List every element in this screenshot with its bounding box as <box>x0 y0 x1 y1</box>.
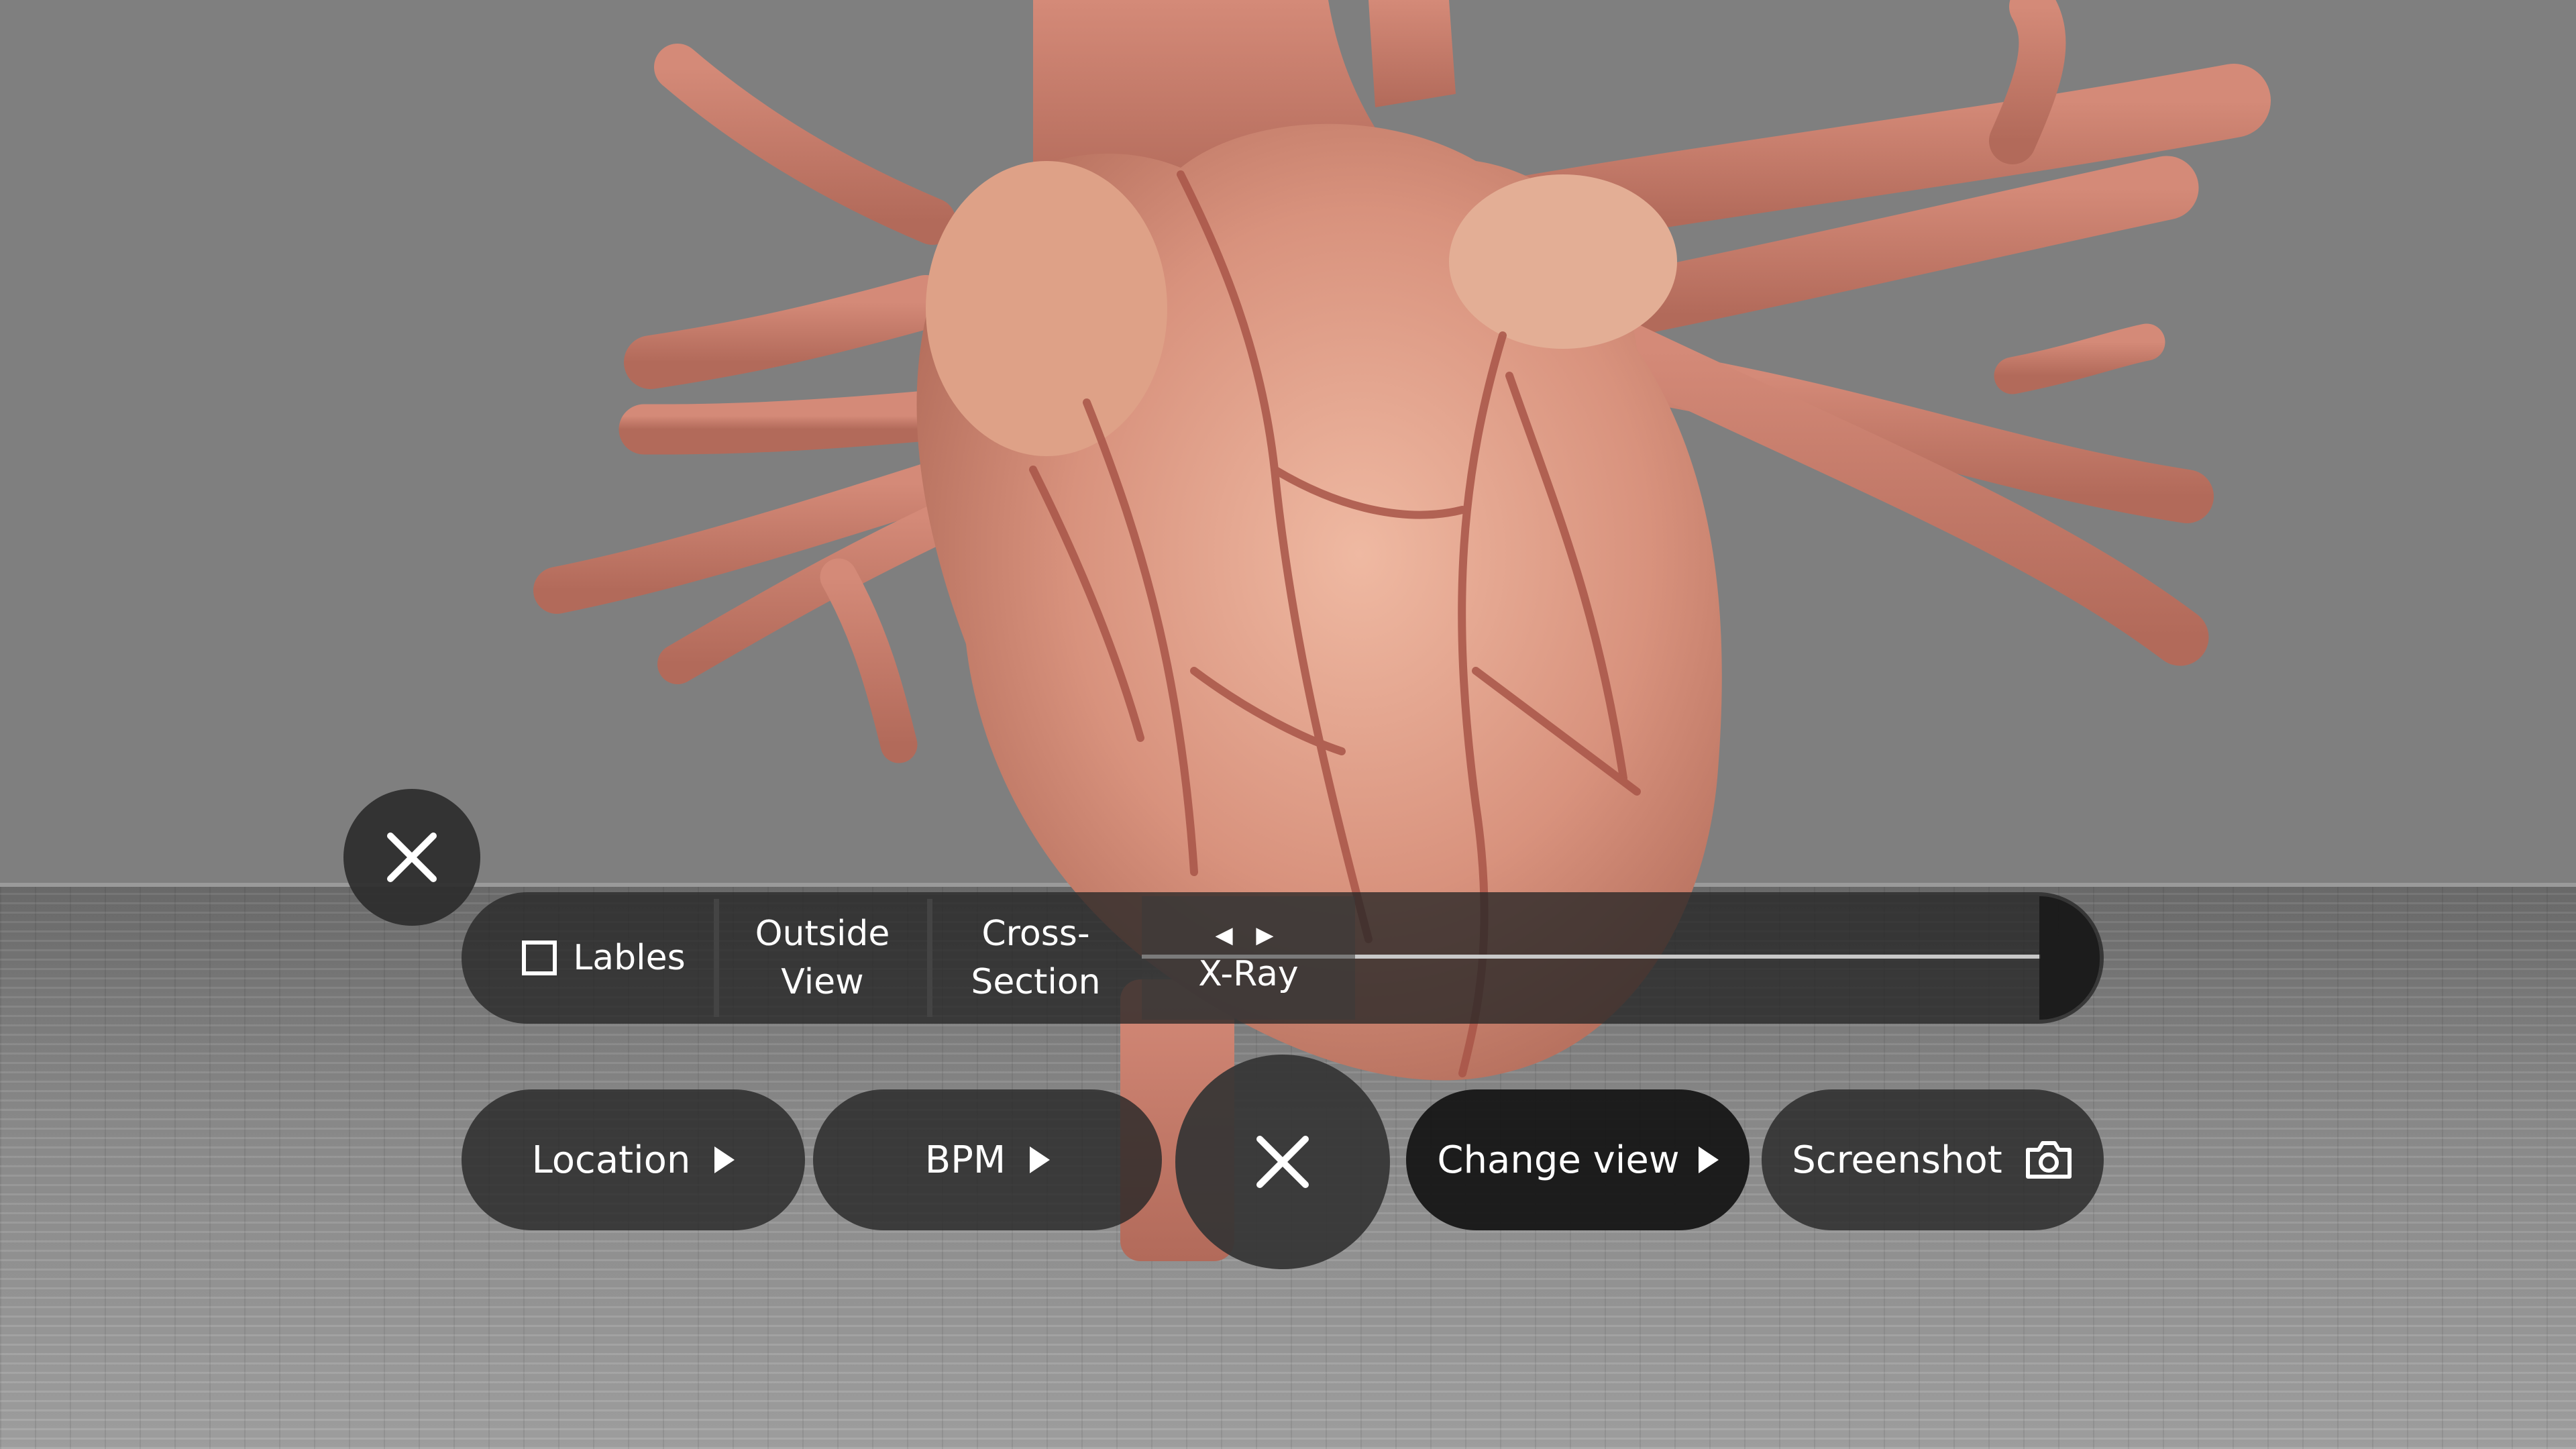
camera-icon <box>2025 1141 2072 1179</box>
screenshot-button[interactable]: Screenshot <box>1762 1089 2104 1230</box>
left-atrium <box>1449 174 1677 349</box>
location-button[interactable]: Location <box>462 1089 805 1230</box>
close-menu-button[interactable] <box>1175 1055 1390 1269</box>
checkbox-icon <box>522 941 557 975</box>
change-view-label: Change view <box>1437 1138 1680 1182</box>
close-icon <box>1256 1136 1309 1188</box>
bpm-label: BPM <box>924 1138 1006 1182</box>
play-icon <box>1030 1146 1051 1173</box>
xray-slider-handle[interactable]: ◀ ▶ X-Ray <box>1142 896 1355 1020</box>
bpm-button[interactable]: BPM <box>813 1089 1162 1230</box>
labels-toggle[interactable]: Lables <box>496 896 711 1020</box>
outside-view-label-line2: View <box>781 962 864 1002</box>
close-panel-button[interactable] <box>343 789 480 926</box>
toolbar-divider <box>927 899 932 1017</box>
xray-label: X-Ray <box>1198 954 1299 994</box>
labels-toggle-label: Lables <box>573 938 686 978</box>
outside-view-label-line1: Outside <box>755 914 890 954</box>
toolbar-divider <box>714 899 719 1017</box>
outside-view-button[interactable]: Outside View <box>722 896 923 1020</box>
play-icon <box>714 1146 735 1173</box>
close-icon <box>387 833 437 882</box>
cross-section-label-line2: Section <box>971 962 1101 1002</box>
pulmonary-vessels-left <box>533 44 973 763</box>
left-right-arrows-icon: ◀ ▶ <box>1215 922 1282 949</box>
right-atrium <box>926 161 1167 456</box>
play-icon <box>1698 1146 1719 1173</box>
screenshot-label: Screenshot <box>1792 1138 2002 1182</box>
location-label: Location <box>531 1138 691 1182</box>
cross-section-button[interactable]: Cross- Section <box>935 896 1136 1020</box>
change-view-button[interactable]: Change view <box>1406 1089 1750 1230</box>
cross-section-label-line1: Cross- <box>981 914 1090 954</box>
